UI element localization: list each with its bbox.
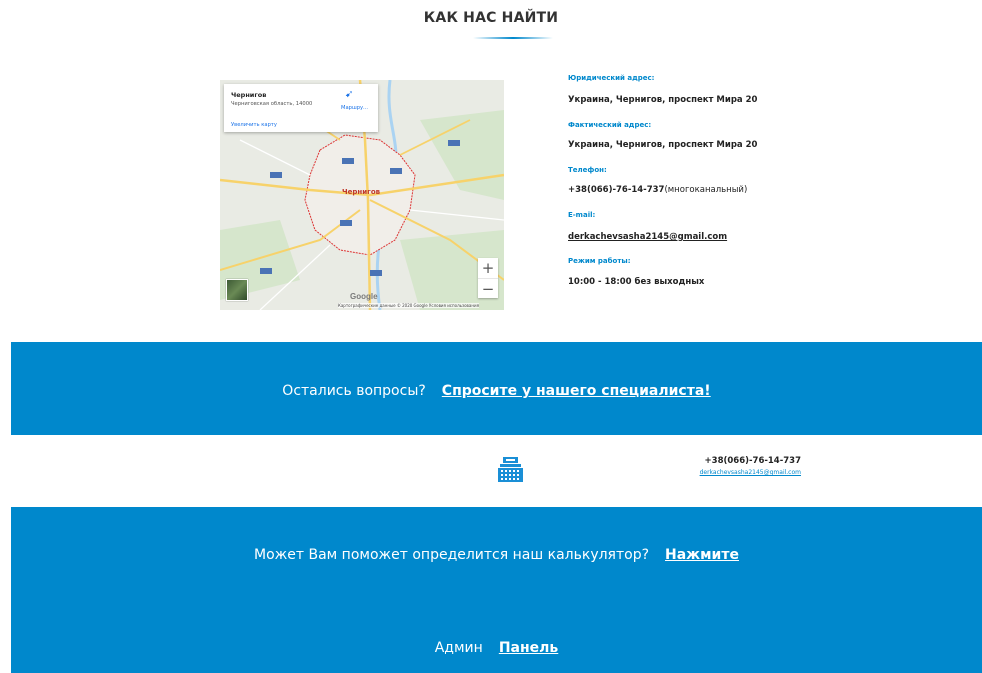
ask-specialist-link[interactable]: Спросите у нашего специалиста! <box>442 383 711 399</box>
admin-panel-row: Админ Панель <box>11 640 982 656</box>
legal-address-label: Юридический адрес: <box>568 74 655 82</box>
phone-label: Телефон: <box>568 166 607 174</box>
google-map[interactable]: Чернигов Чернигов Черниговская область, … <box>220 80 504 310</box>
map-card-region: Черниговская область, 14000 <box>231 101 313 107</box>
questions-banner: Остались вопросы? Спросите у нашего специ… <box>11 342 982 435</box>
map-info-card: Чернигов Черниговская область, 14000 Уве… <box>224 84 378 132</box>
phone-value: +38(066)-76-14-737(многоканальный) <box>568 185 747 195</box>
directions-icon[interactable]: ➹ <box>345 90 355 100</box>
questions-banner-text: Остались вопросы? Спросите у нашего специ… <box>11 383 982 399</box>
actual-address-label: Фактический адрес: <box>568 121 652 129</box>
email-link[interactable]: derkachevsasha2145@gmail.com <box>568 232 727 242</box>
phone-number[interactable]: +38(066)-76-14-737 <box>568 185 664 195</box>
map-attribution: Картографические данные © 2020 Google Ус… <box>338 303 479 308</box>
calculator-link[interactable]: Нажмите <box>665 547 739 563</box>
admin-label: Админ <box>434 640 483 656</box>
calculator-icon[interactable] <box>497 455 524 483</box>
questions-text: Остались вопросы? <box>282 383 426 399</box>
legal-address: Украина, Чернигов, проспект Мира 20 <box>568 95 758 105</box>
enlarge-map-link[interactable]: Увеличить карту <box>231 122 277 128</box>
admin-panel-link[interactable]: Панель <box>499 640 558 656</box>
strip-phone[interactable]: +38(066)-76-14-737 <box>705 456 801 466</box>
email-label: E-mail: <box>568 211 596 219</box>
calculator-banner-text: Может Вам поможет определится наш кальку… <box>11 547 982 563</box>
calculator-banner: Может Вам поможет определится наш кальку… <box>11 507 982 673</box>
map-zoom-controls: + − <box>478 258 498 298</box>
phone-note: (многоканальный) <box>664 185 748 195</box>
actual-address: Украина, Чернигов, проспект Мира 20 <box>568 140 758 150</box>
section-title: КАК НАС НАЙТИ <box>423 10 559 26</box>
title-underline <box>473 37 553 39</box>
google-logo: Google <box>350 292 378 301</box>
hours-label: Режим работы: <box>568 257 631 265</box>
zoom-in-button[interactable]: + <box>478 258 498 278</box>
calculator-question: Может Вам поможет определится наш кальку… <box>254 547 650 563</box>
directions-link[interactable]: Маршру... <box>341 105 368 111</box>
satellite-toggle-button[interactable] <box>226 279 248 301</box>
map-card-city: Чернигов <box>231 91 267 99</box>
strip-email-link[interactable]: derkachevsasha2145@gmail.com <box>700 469 801 476</box>
zoom-out-button[interactable]: − <box>478 278 498 299</box>
working-hours: 10:00 - 18:00 без выходных <box>568 277 705 287</box>
map-center-label: Чернигов <box>342 188 381 196</box>
